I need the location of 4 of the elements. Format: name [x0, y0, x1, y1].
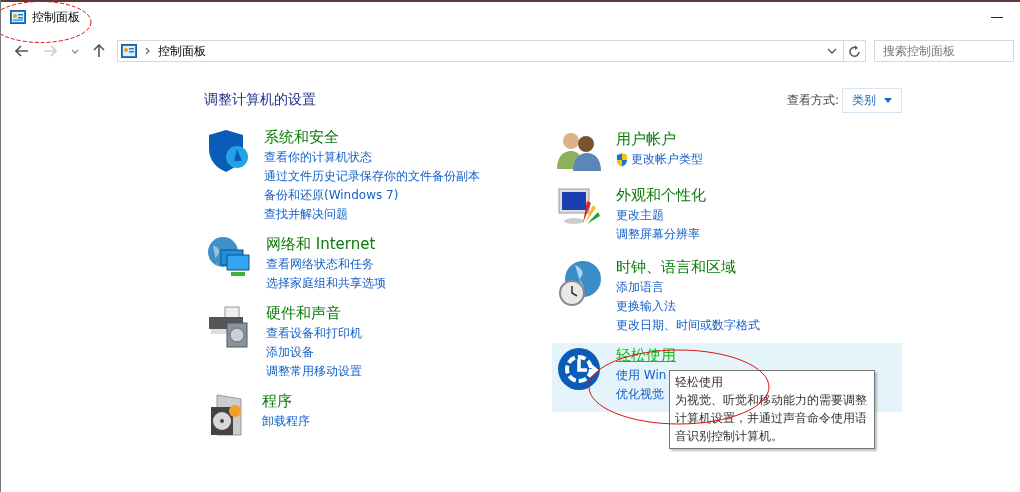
window-title: 控制面板: [32, 8, 80, 26]
view-by-label: 查看方式:: [786, 91, 839, 109]
tooltip-title: 轻松使用: [675, 374, 724, 391]
page-heading: 调整计算机的设置: [204, 91, 316, 109]
